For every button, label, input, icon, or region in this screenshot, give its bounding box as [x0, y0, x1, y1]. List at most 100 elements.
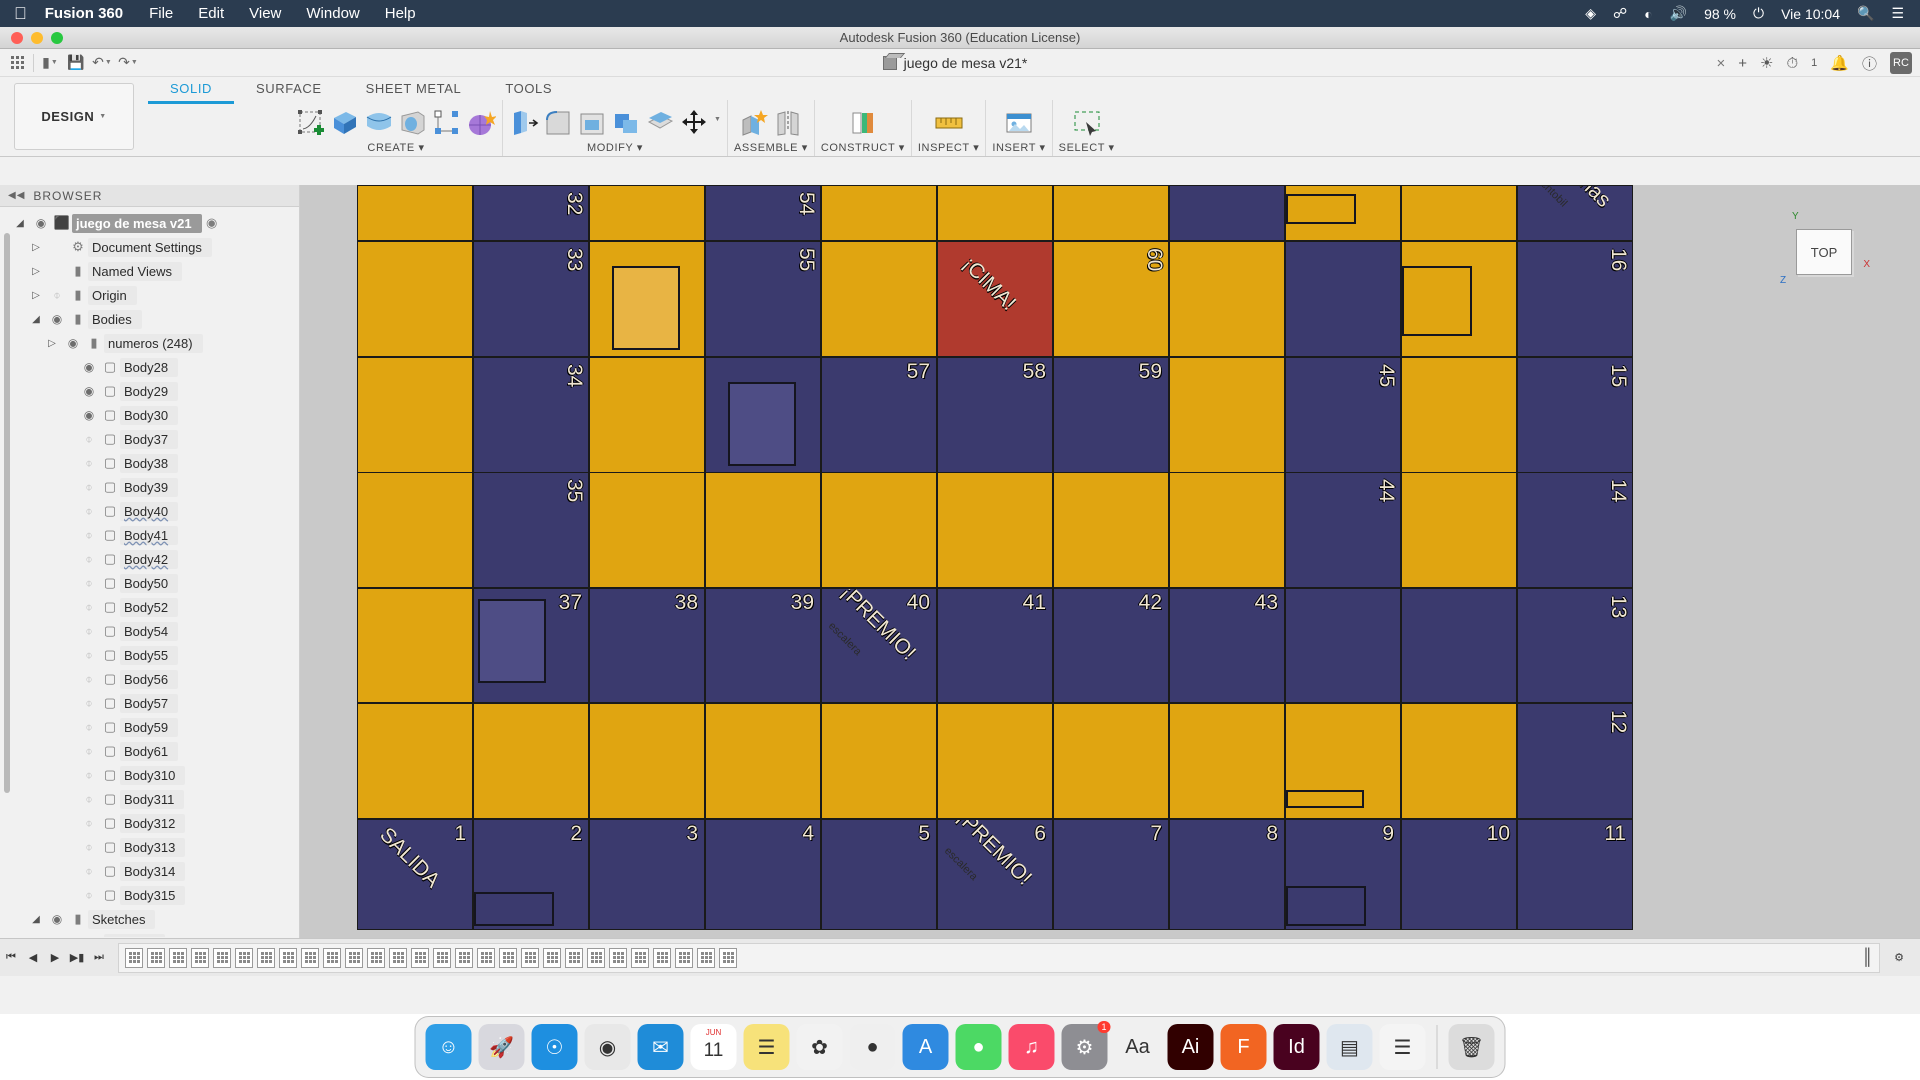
create-sketch-icon[interactable] — [296, 108, 326, 138]
finder-icon[interactable]: ☺ — [425, 1024, 472, 1070]
timeline-feature[interactable] — [675, 947, 693, 968]
board-model[interactable]: 3254Mechaschtobil3355¡CIMA!6016345758594… — [357, 185, 1633, 930]
fillet-icon[interactable] — [543, 108, 573, 138]
timeline-feature[interactable] — [631, 947, 649, 968]
board-cell[interactable] — [1285, 703, 1401, 819]
timeline-feature[interactable] — [477, 947, 495, 968]
tree-item-body39[interactable]: ⌽ ▢ Body39 — [0, 475, 299, 499]
board-cell[interactable] — [1285, 185, 1401, 241]
select-window-icon[interactable] — [1072, 108, 1102, 138]
tree-item-body315[interactable]: ⌽ ▢ Body315 — [0, 883, 299, 907]
tree-item-sketch2[interactable]: ⌽✎Sketch2 — [0, 931, 299, 937]
messages-icon[interactable]: ● — [955, 1024, 1002, 1070]
tree-item-body40[interactable]: ⌽ ▢ Body40 — [0, 499, 299, 523]
tree-item-body38[interactable]: ⌽ ▢ Body38 — [0, 451, 299, 475]
board-cell[interactable]: 11 — [1517, 819, 1633, 930]
combine-icon[interactable] — [611, 108, 641, 138]
board-cell[interactable] — [1053, 472, 1169, 588]
tree-item-numeros-248[interactable]: ▷ ◉ ▮ numeros (248) — [0, 331, 299, 355]
eye-hidden-icon[interactable]: ⌽ — [78, 720, 100, 735]
music-icon[interactable]: ♫ — [1008, 1024, 1055, 1070]
battery-icon[interactable]: ⏻ — [1753, 5, 1764, 22]
new-component-icon[interactable] — [739, 108, 769, 138]
eye-hidden-icon[interactable]: ⌽ — [78, 432, 100, 447]
eye-hidden-icon[interactable]: ⌽ — [78, 840, 100, 855]
board-cell[interactable] — [821, 703, 937, 819]
move-copy-icon[interactable] — [679, 108, 709, 138]
eye-hidden-icon[interactable]: ⌽ — [62, 936, 84, 938]
eye-hidden-icon[interactable]: ⌽ — [78, 888, 100, 903]
board-cell[interactable] — [1401, 185, 1517, 241]
timeline-feature[interactable] — [719, 947, 737, 968]
tree-item-body311[interactable]: ⌽ ▢ Body311 — [0, 787, 299, 811]
eye-visible-icon[interactable]: ◉ — [78, 384, 100, 398]
board-cell[interactable]: 3 — [589, 819, 705, 930]
eye-hidden-icon[interactable]: ⌽ — [78, 696, 100, 711]
board-cell[interactable] — [589, 703, 705, 819]
eye-hidden-icon[interactable]: ⌽ — [78, 792, 100, 807]
board-cell[interactable] — [821, 241, 937, 357]
press-pull-icon[interactable] — [509, 108, 539, 138]
form-icon[interactable] — [466, 108, 496, 138]
board-cell[interactable]: 59 — [1053, 357, 1169, 473]
timeline-feature[interactable] — [653, 947, 671, 968]
board-cell[interactable]: 35 — [473, 472, 589, 588]
menu-clock[interactable]: Vie 10:04 — [1781, 6, 1840, 22]
tree-item-body312[interactable]: ⌽ ▢ Body312 — [0, 811, 299, 835]
timeline-feature[interactable] — [543, 947, 561, 968]
twisty-closed-icon[interactable]: ▷ — [42, 338, 62, 349]
menu-window[interactable]: Window — [306, 5, 359, 22]
timeline-feature[interactable] — [235, 947, 253, 968]
board-cell[interactable] — [1401, 357, 1517, 473]
eye-visible-icon[interactable]: ◉ — [46, 312, 68, 326]
board-cell[interactable]: 42 — [1053, 588, 1169, 703]
eye-hidden-icon[interactable]: ⌽ — [78, 480, 100, 495]
board-cell[interactable]: 9 — [1285, 819, 1401, 930]
board-cell[interactable]: 32 — [473, 185, 589, 241]
tree-item-body61[interactable]: ⌽ ▢ Body61 — [0, 739, 299, 763]
step-back-icon[interactable]: ◀ — [22, 947, 44, 969]
board-cell[interactable] — [1169, 357, 1285, 473]
board-cell[interactable]: 2 — [473, 819, 589, 930]
board-cell[interactable] — [1285, 588, 1401, 703]
grid-icon[interactable] — [4, 51, 30, 75]
volume-icon[interactable]: 🔊 — [1670, 5, 1687, 22]
board-cell[interactable]: 12 — [1517, 703, 1633, 819]
tree-item-named-views[interactable]: ▷ ▮ Named Views — [0, 259, 299, 283]
timeline-feature[interactable] — [609, 947, 627, 968]
tree-item-body28[interactable]: ◉ ▢ Body28 — [0, 355, 299, 379]
extrude-icon[interactable] — [330, 108, 360, 138]
tab-sheet-metal[interactable]: SHEET METAL — [344, 79, 484, 104]
timeline-feature[interactable] — [565, 947, 583, 968]
board-cell[interactable]: 38 — [589, 588, 705, 703]
board-cell[interactable] — [357, 588, 473, 703]
undo-icon[interactable]: ↶ ▼ — [89, 51, 115, 75]
board-cell[interactable]: 16 — [1517, 241, 1633, 357]
measure-icon[interactable] — [934, 108, 964, 138]
display-icon[interactable]: ◈ — [1585, 5, 1596, 22]
board-cell[interactable] — [1169, 472, 1285, 588]
board-cell[interactable] — [1169, 703, 1285, 819]
board-cell[interactable] — [937, 185, 1053, 241]
board-cell[interactable] — [705, 703, 821, 819]
notifications-icon[interactable]: 🔔 — [1830, 54, 1849, 72]
board-cell[interactable] — [1401, 588, 1517, 703]
settings-icon[interactable]: ⚙ 1 — [1061, 1021, 1111, 1070]
board-cell[interactable] — [1053, 703, 1169, 819]
eye-hidden-icon[interactable]: ⌽ — [78, 456, 100, 471]
board-cell[interactable] — [357, 357, 473, 473]
tree-item-body310[interactable]: ⌽ ▢ Body310 — [0, 763, 299, 787]
twisty-closed-icon[interactable]: ▷ — [26, 290, 46, 301]
board-cell[interactable]: 40 ¡PREMIO! escalera — [821, 588, 937, 703]
eye-hidden-icon[interactable]: ⌽ — [78, 864, 100, 879]
twisty-open-icon[interactable]: ◢ — [26, 914, 46, 925]
eye-hidden-icon[interactable]: ⌽ — [78, 552, 100, 567]
board-cell[interactable] — [357, 472, 473, 588]
board-cell[interactable]: 57 — [821, 357, 937, 473]
menu-edit[interactable]: Edit — [198, 5, 224, 22]
eye-hidden-icon[interactable]: ⌽ — [78, 816, 100, 831]
go-start-icon[interactable]: ⏮ — [0, 947, 22, 969]
illustrator-icon[interactable]: Ai — [1167, 1024, 1214, 1070]
sweep-icon[interactable] — [398, 108, 428, 138]
board-cell[interactable]: 54 — [705, 185, 821, 241]
